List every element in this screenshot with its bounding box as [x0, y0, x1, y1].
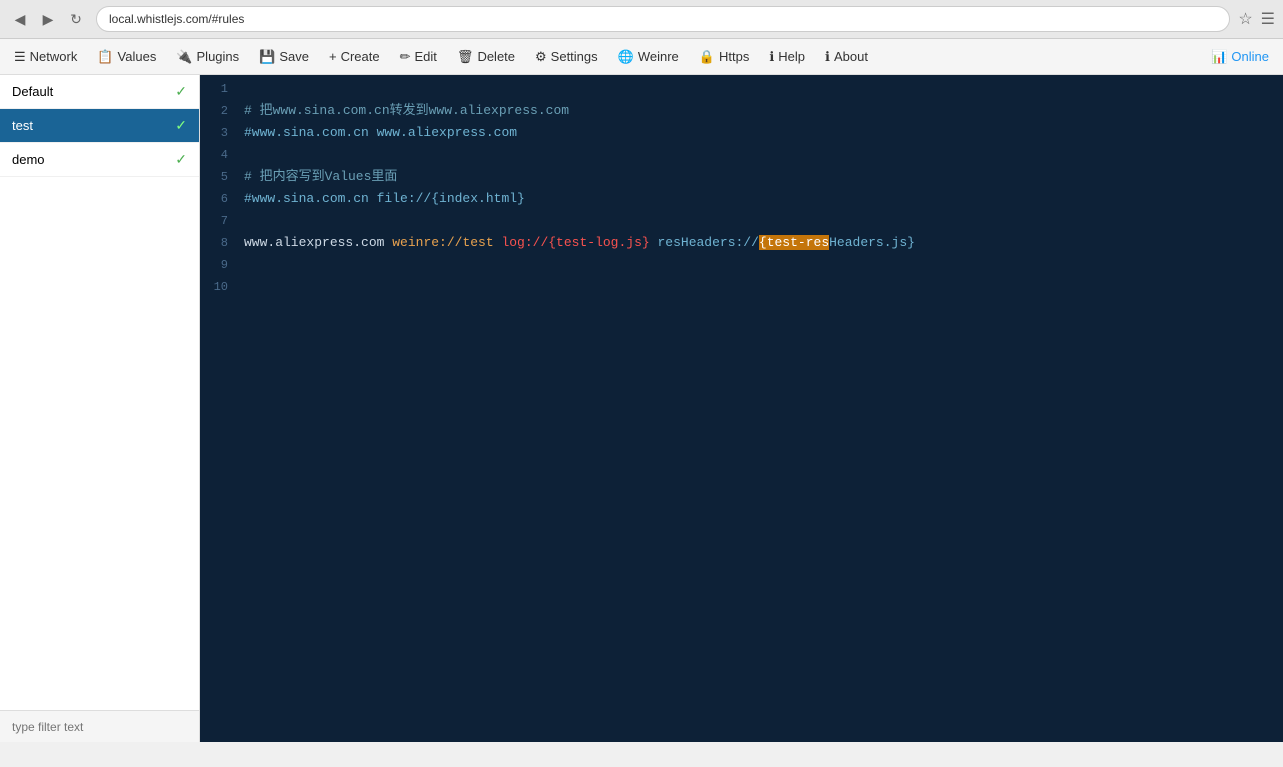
editor-line-1: 1: [200, 79, 1283, 101]
nav-about-label: About: [834, 49, 868, 64]
nav-settings-label: Settings: [551, 49, 598, 64]
delete-icon: 🗑: [457, 49, 474, 65]
line-num-7: 7: [200, 211, 240, 233]
line-num-6: 6: [200, 189, 240, 211]
nav-weinre-label: Weinre: [638, 49, 679, 64]
edit-icon: ✏: [400, 49, 411, 65]
line8-weinre: weinre://test: [392, 235, 501, 250]
nav-create[interactable]: + Create: [319, 43, 390, 70]
line-content-1: [240, 79, 1283, 101]
line-content-5: # 把内容写到Values里面: [240, 167, 1283, 189]
line-content-4: [240, 145, 1283, 167]
online-label: Online: [1231, 49, 1269, 64]
line-num-2: 2: [200, 101, 240, 123]
nav-edit-label: Edit: [415, 49, 437, 64]
sidebar-item-test-label: test: [12, 118, 175, 133]
editor-line-3: 3 #www.sina.com.cn www.aliexpress.com: [200, 123, 1283, 145]
line-content-8: www.aliexpress.com weinre://test log://{…: [240, 233, 1283, 255]
line8-log: log://{test-log.js}: [501, 235, 657, 250]
editor-line-2: 2 # 把www.sina.com.cn转发到www.aliexpress.co…: [200, 101, 1283, 123]
reload-button[interactable]: ↻: [64, 7, 88, 31]
sidebar-item-default[interactable]: Default ✓: [0, 75, 199, 109]
nav-https-label: Https: [719, 49, 749, 64]
bookmark-icon: ☆: [1238, 9, 1252, 29]
line-num-5: 5: [200, 167, 240, 189]
editor-line-6: 6 #www.sina.com.cn file://{index.html}: [200, 189, 1283, 211]
line-content-9: [240, 255, 1283, 277]
nav-weinre[interactable]: 🌐 Weinre: [608, 43, 689, 71]
nav-https[interactable]: 🔒 Https: [689, 43, 760, 71]
nav-about[interactable]: ℹ About: [815, 43, 878, 71]
line8-highlight: {test-res: [759, 235, 829, 250]
create-icon: +: [329, 49, 337, 64]
sidebar-item-test[interactable]: test ✓: [0, 109, 199, 143]
sidebar-item-default-label: Default: [12, 84, 175, 99]
sidebar-item-demo-label: demo: [12, 152, 175, 167]
editor-line-5: 5 # 把内容写到Values里面: [200, 167, 1283, 189]
default-check-icon: ✓: [175, 83, 187, 100]
line8-host: www.aliexpress.com: [244, 235, 392, 250]
weinre-icon: 🌐: [618, 49, 634, 65]
nav-network[interactable]: ☰ Network: [4, 43, 87, 71]
nav-values-label: Values: [118, 49, 157, 64]
https-icon: 🔒: [699, 49, 715, 65]
line-num-4: 4: [200, 145, 240, 167]
help-icon: ℹ: [769, 49, 774, 65]
nav-help[interactable]: ℹ Help: [759, 43, 815, 71]
about-icon: ℹ: [825, 49, 830, 65]
nav-create-label: Create: [341, 49, 380, 64]
line8-resheaders2: Headers.js}: [829, 235, 915, 250]
filter-input[interactable]: [12, 720, 187, 734]
editor-content: 1 2 # 把www.sina.com.cn转发到www.aliexpress.…: [200, 75, 1283, 742]
nav-values[interactable]: 📋 Values: [87, 43, 166, 71]
nav-plugins[interactable]: 🔌 Plugins: [166, 43, 249, 71]
editor-line-8: 8 www.aliexpress.com weinre://test log:/…: [200, 233, 1283, 255]
editor-line-4: 4: [200, 145, 1283, 167]
sidebar: Default ✓ test ✓ demo ✓: [0, 75, 200, 742]
nav-save[interactable]: 💾 Save: [249, 43, 319, 71]
sidebar-item-demo[interactable]: demo ✓: [0, 143, 199, 177]
online-badge: 📊 Online: [1201, 43, 1279, 71]
nav-edit[interactable]: ✏ Edit: [390, 43, 447, 71]
line-num-1: 1: [200, 79, 240, 101]
line-num-9: 9: [200, 255, 240, 277]
online-chart-icon: 📊: [1211, 49, 1227, 65]
address-bar[interactable]: [96, 6, 1230, 32]
line-content-2: # 把www.sina.com.cn转发到www.aliexpress.com: [240, 101, 1283, 123]
editor-area[interactable]: 1 2 # 把www.sina.com.cn转发到www.aliexpress.…: [200, 75, 1283, 742]
forward-button[interactable]: ▶: [36, 7, 60, 31]
app-navbar: ☰ Network 📋 Values 🔌 Plugins 💾 Save + Cr…: [0, 39, 1283, 75]
nav-plugins-label: Plugins: [197, 49, 240, 64]
network-icon: ☰: [14, 49, 26, 65]
menu-icon: ☰: [1261, 9, 1275, 29]
nav-settings[interactable]: ⚙ Settings: [525, 43, 608, 71]
line-content-6: #www.sina.com.cn file://{index.html}: [240, 189, 1283, 211]
line-content-3: #www.sina.com.cn www.aliexpress.com: [240, 123, 1283, 145]
nav-save-label: Save: [279, 49, 309, 64]
editor-line-9: 9: [200, 255, 1283, 277]
plugins-icon: 🔌: [176, 49, 192, 65]
line-content-10: [240, 277, 1283, 299]
nav-delete-label: Delete: [477, 49, 515, 64]
line8-resheaders: resHeaders://: [657, 235, 758, 250]
demo-check-icon: ✓: [175, 151, 187, 168]
nav-delete[interactable]: 🗑 Delete: [447, 43, 525, 71]
nav-network-label: Network: [30, 49, 78, 64]
main-layout: Default ✓ test ✓ demo ✓ 1: [0, 75, 1283, 742]
settings-icon: ⚙: [535, 49, 547, 65]
line-num-10: 10: [200, 277, 240, 299]
back-button[interactable]: ◀: [8, 7, 32, 31]
sidebar-list: Default ✓ test ✓ demo ✓: [0, 75, 199, 710]
values-icon: 📋: [97, 49, 113, 65]
line-content-7: [240, 211, 1283, 233]
editor-line-7: 7: [200, 211, 1283, 233]
save-icon: 💾: [259, 49, 275, 65]
nav-help-label: Help: [778, 49, 805, 64]
test-check-icon: ✓: [175, 117, 187, 134]
sidebar-filter: [0, 710, 199, 742]
editor-line-10: 10: [200, 277, 1283, 299]
line-num-8: 8: [200, 233, 240, 255]
line-num-3: 3: [200, 123, 240, 145]
